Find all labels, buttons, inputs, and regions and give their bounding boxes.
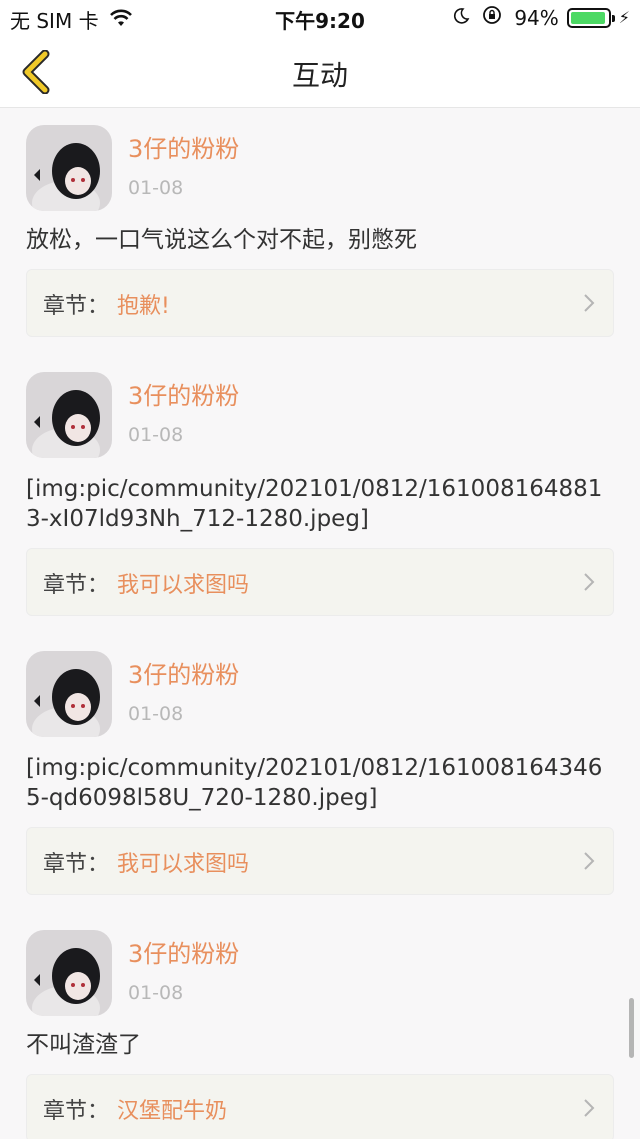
scrollbar[interactable] [629, 998, 634, 1058]
battery-percent: 94% [514, 5, 559, 30]
rotation-lock-icon [482, 5, 502, 30]
username[interactable]: 3仔的粉粉 [128, 934, 239, 969]
chapter-prefix: 章节： [43, 573, 110, 598]
nav-bar: 互动 [0, 36, 640, 108]
avatar[interactable] [26, 372, 112, 458]
avatar[interactable] [26, 651, 112, 737]
chapter-title: 抱歉! [117, 294, 170, 319]
username[interactable]: 3仔的粉粉 [128, 376, 239, 411]
chapter-prefix: 章节： [43, 294, 110, 319]
battery-fill [570, 11, 605, 24]
comment-date: 01-08 [128, 982, 184, 1004]
comment-text: 放松，一口气说这么个对不起，别憋死 [26, 227, 417, 253]
chapter-title: 我可以求图吗 [117, 852, 250, 877]
username[interactable]: 3仔的粉粉 [128, 129, 239, 164]
chevron-right-icon [583, 293, 595, 317]
avatar[interactable] [26, 930, 112, 1016]
page-title: 互动 [291, 59, 348, 92]
chapter-link[interactable]: 章节： 汉堡配牛奶 [26, 1074, 614, 1139]
chapter-link[interactable]: 章节： 抱歉! [26, 269, 614, 337]
chapter-link[interactable]: 章节： 我可以求图吗 [26, 548, 614, 616]
comment-text: [img:pic/community/202101/0812/161008164… [26, 476, 603, 532]
comment-text: [img:pic/community/202101/0812/161008164… [26, 755, 603, 811]
chapter-prefix: 章节： [43, 852, 110, 877]
battery-icon [566, 7, 615, 28]
avatar[interactable] [26, 125, 112, 211]
comment-text: 不叫渣渣了 [26, 1032, 141, 1058]
chapter-title: 我可以求图吗 [117, 573, 250, 598]
chapter-title: 汉堡配牛奶 [117, 1099, 228, 1124]
chapter-link[interactable]: 章节： 我可以求图吗 [26, 827, 614, 895]
chevron-right-icon [583, 851, 595, 875]
charging-bolt-icon: ⚡ [618, 8, 630, 27]
chapter-prefix: 章节： [43, 1099, 110, 1124]
chevron-right-icon [583, 572, 595, 596]
username[interactable]: 3仔的粉粉 [128, 655, 239, 690]
comment-list[interactable]: 3仔的粉粉 01-08 放松，一口气说这么个对不起，别憋死 章节： 抱歉! 3仔… [0, 109, 640, 1139]
moon-icon [452, 6, 470, 30]
comment-date: 01-08 [128, 703, 184, 725]
chevron-right-icon [583, 1098, 595, 1122]
status-right: 94% ⚡ [452, 5, 630, 30]
comment-date: 01-08 [128, 177, 184, 199]
comment-date: 01-08 [128, 424, 184, 446]
status-bar: 无 SIM 卡 下午9:20 94% ⚡ [0, 0, 640, 36]
